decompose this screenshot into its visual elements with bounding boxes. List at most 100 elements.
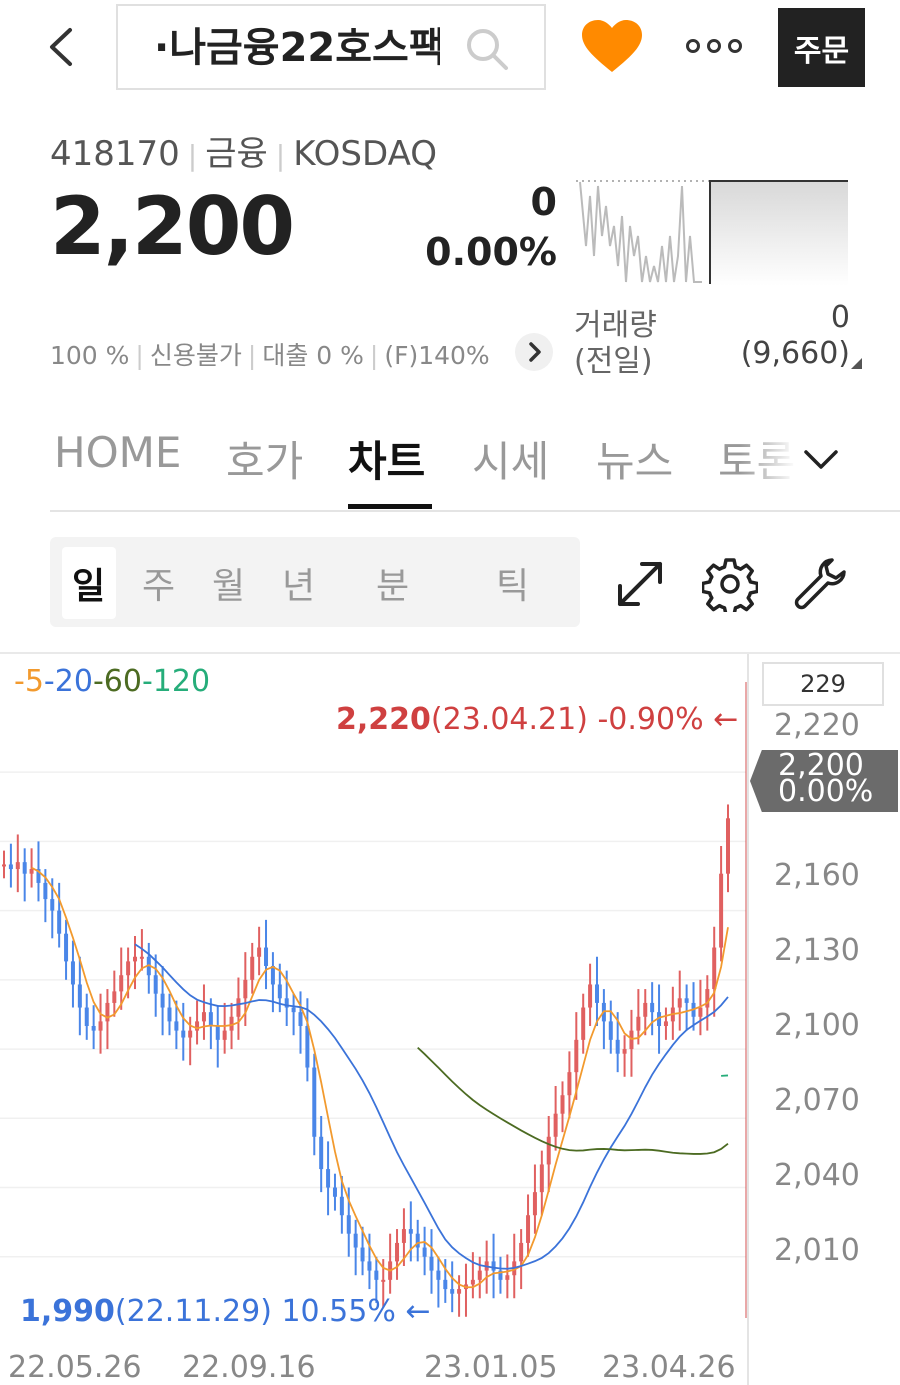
candle-body — [188, 1030, 193, 1038]
candle-body — [139, 956, 144, 959]
ma-60: 60 — [103, 664, 142, 699]
high-annotation: 2,220(23.04.21) -0.90% ← — [336, 702, 739, 737]
search-icon[interactable] — [464, 26, 510, 72]
x-tick-label: 23.04.26 — [602, 1350, 736, 1385]
candle-body — [326, 1169, 331, 1188]
candle-body — [629, 1030, 634, 1050]
tab-orderbook[interactable]: 호가 — [226, 428, 303, 489]
price-chart[interactable]: -5-20-60-120 2,220(23.04.21) -0.90% ← 1,… — [0, 652, 900, 1385]
y-tick-label: 2,010 — [774, 1233, 860, 1268]
candle-body — [491, 1261, 496, 1271]
period-tick[interactable]: 틱 — [496, 557, 529, 609]
candle-body — [305, 1026, 310, 1068]
candle-body — [8, 864, 13, 870]
stock-meta: 418170 | 금융 | KOSDAQ — [50, 134, 438, 174]
candle-body — [429, 1256, 434, 1271]
candle-body — [353, 1233, 358, 1248]
candle-body — [719, 873, 724, 948]
back-chevron-icon[interactable] — [38, 22, 88, 72]
price-change-pct: 0.00% — [425, 230, 557, 274]
period-minute[interactable]: 분 — [376, 557, 409, 609]
tab-quotes[interactable]: 시세 — [472, 428, 549, 489]
y-tick-label: 2,070 — [774, 1083, 860, 1118]
candle-body — [408, 1229, 413, 1234]
period-week[interactable]: 주 — [142, 557, 175, 609]
candle-body — [298, 1012, 303, 1026]
period-year[interactable]: 년 — [282, 557, 315, 609]
tab-chart[interactable]: 차트 — [348, 428, 425, 489]
candle-body — [250, 956, 255, 980]
candle-body — [15, 862, 20, 870]
candle-body — [264, 947, 269, 966]
intraday-sparkline — [576, 180, 852, 286]
low-annotation: 1,990(22.11.29) 10.55% ← — [20, 1294, 431, 1329]
tab-news[interactable]: 뉴스 — [596, 428, 673, 489]
credit-status: 신용불가 — [149, 341, 242, 370]
search-input[interactable]: ·나금융22호스팩 — [154, 22, 440, 74]
candle-body — [705, 989, 710, 1008]
candle-body — [50, 899, 55, 911]
crosshair-value-box: 229 — [762, 662, 884, 706]
candle-body — [257, 947, 262, 957]
candle-body — [91, 1026, 96, 1031]
period-month[interactable]: 월 — [212, 557, 245, 609]
x-tick-label: 22.09.16 — [182, 1350, 316, 1385]
wrench-icon[interactable] — [792, 556, 848, 612]
stock-sub-info: 100 % | 신용불가 | 대출 0 % | (F)140% — [50, 341, 490, 370]
tab-divider — [50, 510, 900, 512]
more-info-button[interactable] — [515, 333, 553, 371]
ma-20: 20 — [54, 664, 93, 699]
margin-rate: 100 % — [50, 341, 130, 370]
candle-body — [650, 1002, 655, 1013]
candle-body — [395, 1242, 400, 1262]
current-price-tag: 2,200 0.00% — [750, 750, 898, 812]
heart-icon[interactable] — [580, 18, 644, 76]
candle-body — [608, 1021, 613, 1040]
candle-body — [622, 1049, 627, 1054]
candle-body — [201, 1012, 206, 1022]
candle-body — [367, 1261, 372, 1271]
current-price: 2,200 — [50, 180, 295, 273]
candle-body — [84, 1007, 89, 1026]
x-tick-label: 22.05.26 — [8, 1350, 142, 1385]
candle-body — [546, 1136, 551, 1165]
order-button[interactable]: 주문 — [778, 8, 865, 87]
candle-body — [270, 966, 275, 985]
candle-body — [181, 1030, 186, 1038]
candle-body — [519, 1242, 524, 1262]
candle-body — [443, 1279, 448, 1290]
candle-body — [22, 862, 27, 874]
candle-body — [119, 975, 124, 992]
candle-body — [401, 1229, 406, 1243]
candle-body — [153, 975, 158, 994]
gear-icon[interactable] — [702, 556, 758, 612]
candle-body — [532, 1192, 537, 1216]
ma-5: 5 — [24, 664, 44, 699]
candle-body — [174, 1021, 179, 1031]
x-tick-label: 23.01.05 — [424, 1350, 558, 1385]
candle-body — [470, 1279, 475, 1285]
candle-body — [346, 1215, 351, 1234]
chevron-down-icon[interactable] — [800, 438, 842, 480]
volume-value: 0 — [830, 300, 850, 335]
candle-body — [615, 1039, 620, 1054]
candle-body — [312, 1067, 317, 1137]
candle-body — [57, 910, 62, 934]
expand-icon[interactable] — [612, 556, 668, 612]
y-tick-label: 2,100 — [774, 1008, 860, 1043]
period-day[interactable]: 일 — [72, 557, 105, 609]
price-change: 0 — [530, 180, 557, 224]
ma-line-5 — [31, 866, 729, 1289]
candle-body — [526, 1215, 531, 1243]
candle-body — [381, 1279, 386, 1282]
candle-body — [539, 1164, 544, 1193]
tab-home[interactable]: HOME — [54, 428, 181, 477]
more-dots-icon[interactable] — [686, 30, 742, 62]
candle-body — [332, 1187, 337, 1197]
candle-body — [553, 1113, 558, 1137]
stock-market: KOSDAQ — [293, 134, 438, 174]
candle-body — [208, 1012, 213, 1026]
search-box[interactable]: ·나금융22호스팩 — [116, 4, 546, 90]
candle-body — [98, 1021, 103, 1031]
candle-body — [374, 1270, 379, 1280]
